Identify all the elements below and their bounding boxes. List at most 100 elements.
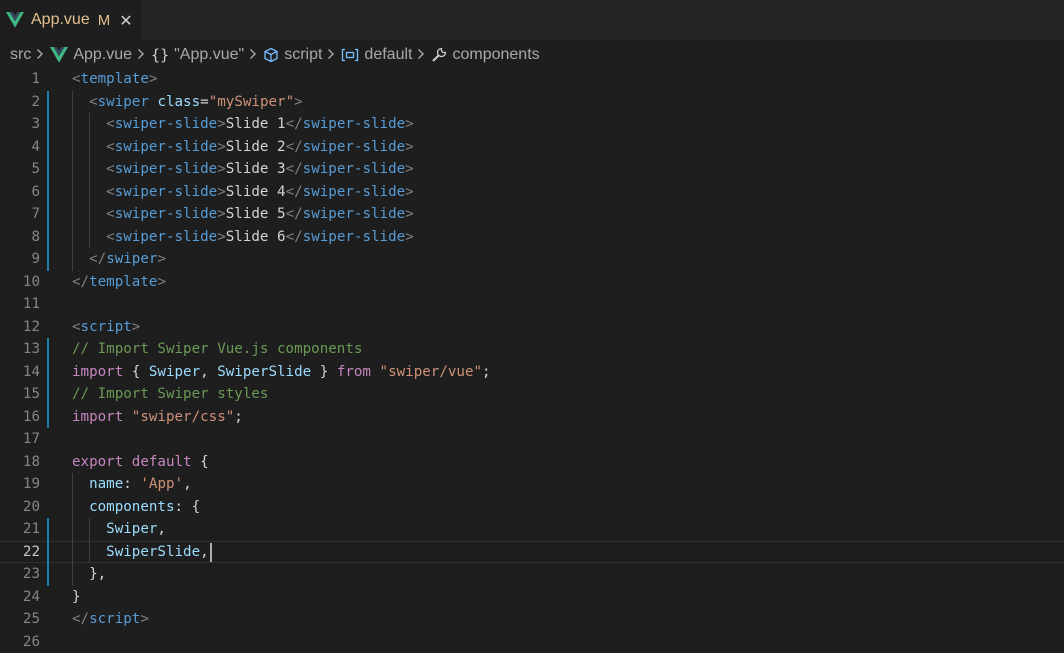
code-token: template (89, 273, 158, 290)
code-line[interactable]: 4 <swiper-slide>Slide 2</swiper-slide> (0, 135, 1064, 158)
code-token: , (200, 543, 209, 560)
code-token: name (89, 476, 124, 492)
code-line[interactable]: 1 <template> (0, 68, 1064, 91)
line-number: 22 (22, 543, 40, 560)
code-text: SwiperSlide, (72, 541, 209, 564)
code-token: Slide 3 (225, 161, 286, 177)
code-line[interactable]: 25 </script> (0, 608, 1064, 631)
code-token: components (89, 498, 175, 515)
code-text: <swiper-slide>Slide 3</swiper-slide> (72, 158, 414, 181)
code-line[interactable]: 14 import { Swiper, SwiperSlide } from "s… (0, 360, 1064, 383)
breadcrumb-label: "App.vue" (174, 46, 245, 63)
code-token: > (131, 318, 141, 335)
code-token: "swiper/vue" (379, 363, 483, 380)
code-token: > (405, 161, 414, 177)
code-line[interactable]: 21 Swiper, (0, 518, 1064, 541)
code-token: swiper-slide (114, 183, 218, 200)
line-number: 12 (22, 318, 40, 335)
code-token: from (336, 363, 371, 380)
code-line[interactable]: 10 </template> (0, 271, 1064, 294)
breadcrumb-label: script (284, 46, 323, 63)
tab-app-vue[interactable]: App.vue M ✕ (0, 0, 142, 40)
line-number: 17 (22, 431, 40, 447)
code-token: < (106, 138, 115, 155)
code-line[interactable]: 5 <swiper-slide>Slide 3</swiper-slide> (0, 158, 1064, 181)
modified-line-marker (47, 540, 49, 563)
code-token: < (106, 161, 115, 177)
line-number: 20 (22, 498, 40, 515)
code-line[interactable]: 9 </swiper> (0, 248, 1064, 271)
code-token: Swiper (106, 521, 158, 537)
code-token: </ (89, 251, 107, 267)
vue-logo-icon (6, 12, 24, 28)
code-token: swiper-slide (302, 228, 406, 245)
chevron-right-icon (249, 47, 257, 63)
code-line[interactable]: 24} (0, 586, 1064, 609)
breadcrumb-item-app-vue-module[interactable]: {} "App.vue" (151, 46, 244, 64)
breadcrumb-item-script[interactable]: script (263, 46, 322, 64)
code-line[interactable]: 26 (0, 631, 1064, 653)
line-number: 9 (31, 251, 40, 267)
code-token: > (405, 228, 414, 245)
code-token: > (217, 161, 226, 177)
code-line[interactable]: 11 (0, 293, 1064, 316)
code-token: Swiper (148, 363, 201, 380)
code-token: default (131, 453, 192, 470)
code-line[interactable]: 15 // Import Swiper styles (0, 383, 1064, 406)
code-line[interactable]: 7 <swiper-slide>Slide 5</swiper-slide> (0, 203, 1064, 226)
breadcrumb-item-app-vue[interactable]: App.vue (50, 46, 132, 64)
editor-tab-bar: App.vue M ✕ (0, 0, 1064, 40)
code-line[interactable]: 19 name: 'App', (0, 473, 1064, 496)
close-icon[interactable]: ✕ (119, 11, 132, 30)
code-token: // Import Swiper styles (72, 386, 269, 402)
code-token: class (157, 93, 201, 110)
breadcrumb-item-default[interactable]: default (341, 46, 412, 64)
code-token: }, (72, 566, 107, 582)
code-line[interactable]: 18 export default { (0, 451, 1064, 474)
code-token: > (405, 206, 414, 222)
vue-logo-icon (50, 46, 69, 64)
code-line[interactable]: 6 <swiper-slide>Slide 4</swiper-slide> (0, 180, 1064, 203)
code-line[interactable]: 13 // Import Swiper Vue.js components (0, 338, 1064, 361)
code-text: }, (72, 563, 106, 586)
modified-line-marker (47, 518, 49, 541)
line-number: 5 (31, 161, 40, 177)
code-token: swiper-slide (302, 183, 406, 200)
modified-line-marker (47, 180, 49, 203)
chevron-right-icon (327, 47, 335, 63)
line-number: 26 (22, 633, 40, 650)
code-token: > (405, 183, 414, 200)
code-line[interactable]: 23 }, (0, 563, 1064, 586)
code-line[interactable]: 2 <swiper class="mySwiper"> (0, 90, 1064, 113)
code-line[interactable]: 22 SwiperSlide, (0, 540, 1064, 564)
code-token: > (405, 116, 414, 132)
indent-guide (72, 473, 73, 586)
code-token: > (294, 93, 303, 110)
breadcrumb-label: src (10, 46, 32, 63)
code-line[interactable]: 8 <swiper-slide>Slide 6</swiper-slide> (0, 225, 1064, 248)
code-token: < (72, 71, 81, 87)
modified-line-marker (47, 225, 49, 248)
code-line[interactable]: 3 <swiper-slide>Slide 1</swiper-slide> (0, 113, 1064, 136)
code-token: < (106, 183, 115, 200)
code-token: swiper-slide (302, 206, 406, 222)
code-line[interactable]: 16 import "swiper/css"; (0, 405, 1064, 428)
breadcrumb-item-src[interactable]: src (10, 46, 31, 64)
code-token: , (200, 363, 218, 380)
code-line[interactable]: 12 <script> (0, 316, 1064, 339)
code-token: Slide 2 (225, 138, 286, 155)
modified-line-marker (47, 113, 49, 136)
code-token: </ (285, 161, 303, 177)
line-number: 10 (22, 273, 40, 290)
modified-line-marker (47, 135, 49, 158)
code-text: <swiper-slide>Slide 1</swiper-slide> (72, 113, 414, 136)
code-text: name: 'App', (72, 473, 192, 496)
code-token: script (89, 611, 141, 627)
line-number: 4 (31, 138, 40, 155)
code-line[interactable]: 20 components: { (0, 496, 1064, 519)
breadcrumb-item-components[interactable]: components (431, 46, 540, 64)
code-editor[interactable]: 1 <template> 2 <swiper class="mySwiper"> 3 … (0, 68, 1064, 653)
breadcrumb-label: default (364, 46, 413, 63)
code-line[interactable]: 17 (0, 428, 1064, 451)
